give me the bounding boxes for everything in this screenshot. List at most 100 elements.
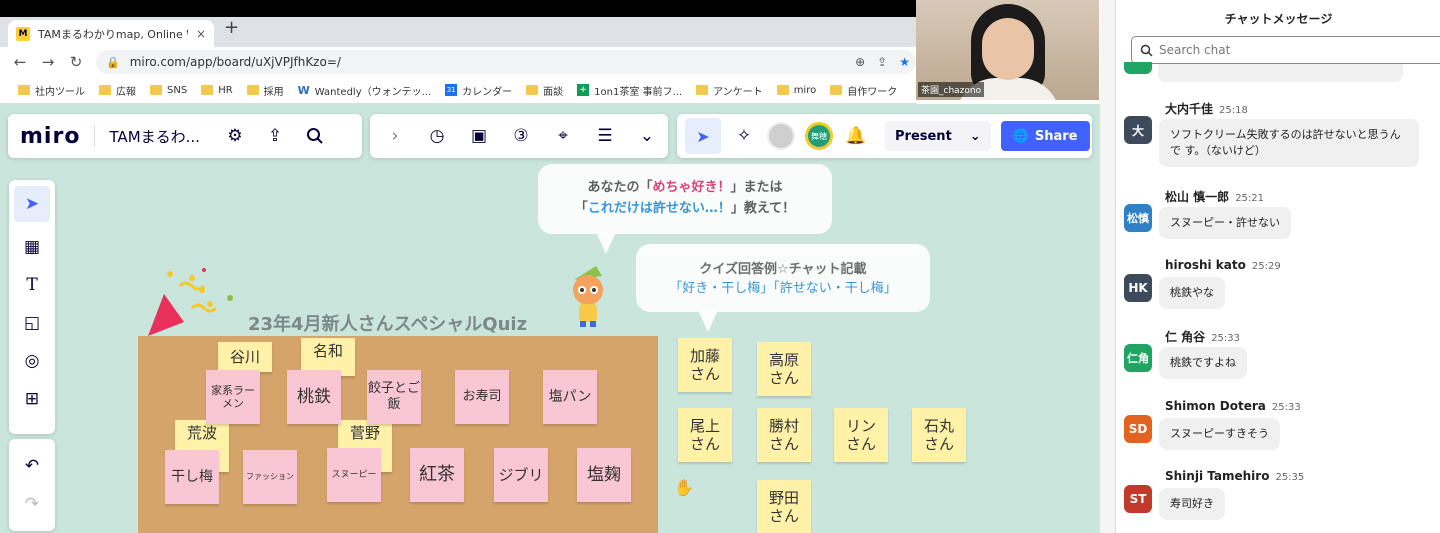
bookmark-item[interactable]: W Wantedly（ウォンテッ...	[298, 83, 432, 98]
frame-template-icon[interactable]: ▦	[19, 234, 45, 260]
folder-icon	[830, 85, 843, 95]
bookmark-item[interactable]: アンケート	[696, 83, 763, 98]
countdown-icon[interactable]: ③	[508, 123, 534, 149]
redo-icon[interactable]: ↷	[19, 491, 45, 517]
sticky-note-text: 谷川	[229, 348, 260, 366]
bookmark-item[interactable]: HR	[201, 84, 233, 96]
sticky-note[interactable]: 家系ラーメン	[206, 370, 260, 424]
sender-name: 大内千佳	[1165, 102, 1214, 116]
board-title[interactable]: TAMまるわ...	[95, 126, 214, 147]
shapes-icon[interactable]: ◎	[19, 348, 45, 374]
bookmark-item[interactable]: 採用	[246, 83, 284, 98]
search-icon[interactable]	[302, 123, 328, 149]
avatar: 松慎	[1124, 204, 1152, 232]
message-header: hiroshi kato 25:29	[1165, 258, 1281, 272]
voting-icon[interactable]: ▣	[466, 123, 492, 149]
tab-strip: M TAMまるわかりmap, Online Whitel × +	[0, 17, 916, 47]
sticky-note[interactable]: 干し梅	[165, 450, 219, 504]
sticky-note[interactable]: ジブリ	[494, 448, 548, 502]
sticky-note[interactable]: 尾上さん	[678, 408, 732, 462]
sticky-note-text: 勝村さん	[768, 417, 799, 453]
avatar: 仁角	[1124, 344, 1152, 372]
user-badge-avatar[interactable]: 舞穂	[805, 122, 833, 150]
notes-doc-icon[interactable]: ☰	[592, 123, 618, 149]
sticky-note[interactable]: 勝村さん	[757, 408, 811, 462]
forward-icon[interactable]: →	[34, 53, 62, 71]
address-bar[interactable]: 🔒 miro.com/app/board/uXjVPJfhKzo=/ ⊕ ⇪ ★	[96, 50, 916, 74]
reactions-party-icon[interactable]: ✧	[731, 123, 757, 149]
timer-icon[interactable]: ◷	[424, 123, 450, 149]
bookmark-item[interactable]: 自作ワーク	[830, 83, 897, 98]
sticky-note[interactable]: 餃子とご飯	[367, 370, 421, 424]
quiz-title[interactable]: 23年4月新人さんスペシャルQuiz	[248, 310, 527, 336]
sticky-note-text: 荒波	[186, 424, 217, 442]
previous-message-bubble	[1158, 64, 1403, 82]
message-time: 25:35	[1275, 472, 1305, 483]
sticky-note[interactable]: スヌーピー	[327, 448, 381, 502]
bookmark-label: 広報	[116, 86, 136, 98]
reload-icon[interactable]: ↻	[62, 53, 90, 71]
bookmark-item[interactable]: +1on1茶室 事前フ...	[577, 83, 682, 98]
mascot-character-icon[interactable]	[566, 264, 610, 328]
settings-gear-icon[interactable]: ⚙	[222, 123, 248, 149]
text-tool-icon[interactable]: T	[19, 272, 45, 298]
present-button[interactable]: Present ⌄	[885, 121, 991, 151]
notification-bell-icon[interactable]: 🔔	[843, 123, 869, 149]
sticky-note[interactable]: リンさん	[834, 408, 888, 462]
user-avatar[interactable]	[767, 122, 795, 150]
chat-search-input[interactable]: Search chat	[1131, 36, 1440, 64]
share-label: Share	[1034, 128, 1078, 144]
bookmark-label: HR	[218, 84, 233, 96]
sticky-note[interactable]: 加藤さん	[678, 338, 732, 392]
browser-tab-miro[interactable]: M TAMまるわかりmap, Online Whitel ×	[8, 20, 214, 47]
question-bubble[interactable]: あなたの「めちゃ好き！」または 「これだけは許せない…！」教えて！	[538, 164, 832, 234]
bookmark-item[interactable]: 31 カレンダー	[445, 83, 512, 98]
bookmark-item[interactable]: miro	[776, 85, 816, 96]
bookmark-item[interactable]: 面談	[526, 83, 563, 98]
miro-logo[interactable]: miro	[8, 124, 94, 149]
focus-frame-icon[interactable]: ⌖	[550, 123, 576, 149]
tab-close-icon[interactable]: ×	[196, 27, 206, 41]
chevron-right-icon[interactable]: ›	[382, 123, 408, 149]
bookmark-item[interactable]: 社内ツール	[18, 83, 85, 98]
sticky-note-text: 名和	[312, 342, 343, 360]
undo-icon[interactable]: ↶	[19, 453, 45, 479]
sticky-note-text: 家系ラーメン	[211, 383, 255, 410]
bookmark-star-icon[interactable]: ★	[899, 55, 910, 69]
miro-board-canvas[interactable]: miro TAMまるわ... ⚙ ⇪ › ◷ ▣ ③ ⌖ ☰ ⌄ ➤ ✧ 舞穂 …	[0, 104, 1100, 533]
sticky-note[interactable]: 塩パン	[543, 370, 597, 424]
message-time: 25:21	[1235, 193, 1265, 204]
sticky-note[interactable]: 桃鉄	[287, 370, 341, 424]
bubble-text: 「	[574, 201, 588, 216]
new-tab-button[interactable]: +	[224, 17, 239, 38]
bookmark-label: カレンダー	[462, 86, 513, 98]
search-icon	[1140, 44, 1153, 57]
sticky-note[interactable]: お寿司	[455, 370, 509, 424]
bookmarks-bar: 社内ツール 広報 SNS HR 採用 W Wantedly（ウォンテッ... 31…	[0, 77, 916, 104]
sticky-note[interactable]: 石丸さん	[912, 408, 966, 462]
share-page-icon[interactable]: ⇪	[877, 55, 887, 69]
sticky-note-icon[interactable]: ◱	[19, 310, 45, 336]
sticky-note[interactable]: 紅茶	[410, 448, 464, 502]
select-cursor-icon[interactable]: ➤	[14, 186, 50, 222]
chevron-down-icon[interactable]: ⌄	[970, 129, 981, 144]
sticky-note[interactable]: ファッション	[243, 450, 297, 504]
chevron-down-double-icon[interactable]: ⌄	[634, 123, 660, 149]
bubble-text: あなたの「	[587, 180, 653, 195]
sticky-note[interactable]: 谷川	[218, 342, 272, 372]
sender-name: Shinji Tamehiro	[1165, 469, 1270, 483]
example-bubble[interactable]: クイズ回答例☆チャット記載 「好き・干し梅」「許せない・干し梅」	[636, 244, 930, 312]
sticky-note[interactable]: 高原さん	[757, 342, 811, 396]
bookmark-item[interactable]: 広報	[99, 83, 136, 98]
back-icon[interactable]: ←	[6, 53, 34, 71]
bookmark-item[interactable]: SNS	[150, 85, 187, 96]
add-more-icon[interactable]: ⊞	[19, 386, 45, 412]
export-upload-icon[interactable]: ⇪	[262, 123, 288, 149]
share-button[interactable]: 🌐 Share	[1000, 121, 1090, 151]
sticky-note[interactable]: 塩麹	[577, 448, 631, 502]
sticky-note-text: 野田さん	[768, 489, 799, 525]
zoom-icon[interactable]: ⊕	[855, 55, 865, 69]
sticky-note-text: 高原さん	[768, 351, 799, 387]
sticky-note[interactable]: 野田さん	[757, 480, 811, 533]
collaborator-cursors-icon[interactable]: ➤	[685, 118, 721, 154]
